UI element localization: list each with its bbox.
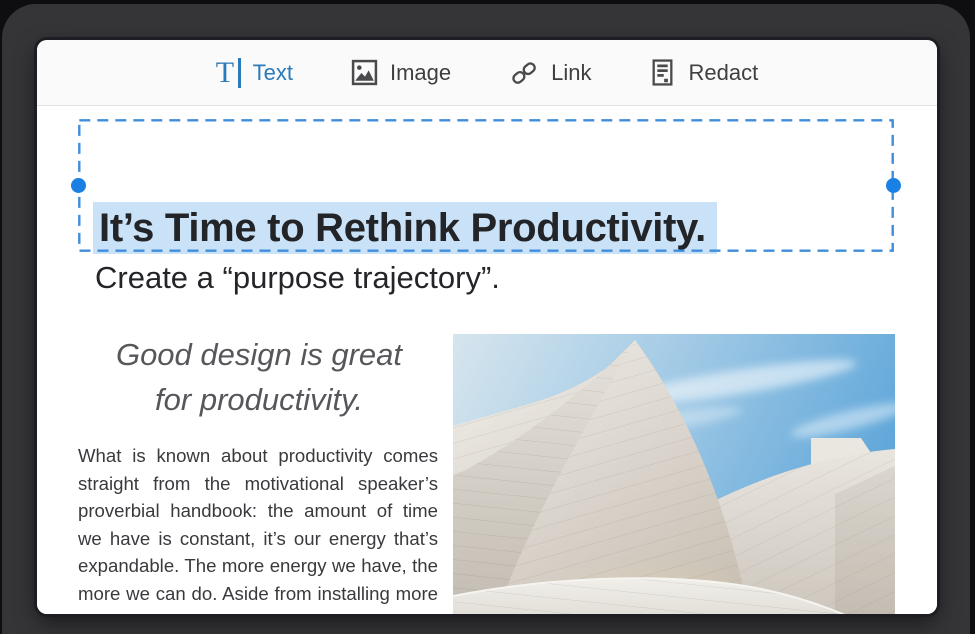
tool-text-button[interactable]: T Text [216,58,293,88]
tool-text-label: Text [253,60,293,86]
paragraph-line: we have is constant, it’s our energy tha… [78,525,438,553]
tool-image-label: Image [390,60,451,86]
lead-heading[interactable]: Good design is great for productivity. [78,332,440,422]
tool-redact-button[interactable]: Redact [649,59,758,86]
body-paragraph[interactable]: What is known about productivity comesst… [78,442,438,614]
selection-handle-right[interactable] [886,178,901,193]
lead-line: Good design is great [78,332,440,377]
redact-icon [649,59,676,86]
paragraph-line: expandable. The more energy we have, the [78,552,438,580]
paragraph-line: proverbial handbook: the amount of time [78,497,438,525]
app-screen: T Text Image [37,40,937,614]
paragraph-line: straight from the motivational speaker’s [78,470,438,498]
selection-handle-left[interactable] [71,178,86,193]
lead-line: for productivity. [78,377,440,422]
edit-toolbar: T Text Image [37,40,937,106]
link-icon [509,59,539,87]
paragraph-line: latte machines, how do we supercharge ou… [78,608,438,614]
tool-link-button[interactable]: Link [509,59,591,87]
image-icon [351,59,378,86]
paragraph-line: What is known about productivity comes [78,442,438,470]
text-cursor-icon: T [216,58,241,88]
document-photo[interactable] [453,334,895,614]
tool-image-button[interactable]: Image [351,59,451,86]
tool-redact-label: Redact [688,60,758,86]
subheadline-text[interactable]: Create a “purpose trajectory”. [95,256,500,300]
screenshot-stage: T Text Image [0,0,975,634]
tool-link-label: Link [551,60,591,86]
paragraph-line: more we can do. Aside from installing mo… [78,580,438,608]
text-selection-box[interactable] [78,119,894,252]
document-page[interactable]: It’s Time to Rethink Productivity. Creat… [37,106,937,614]
